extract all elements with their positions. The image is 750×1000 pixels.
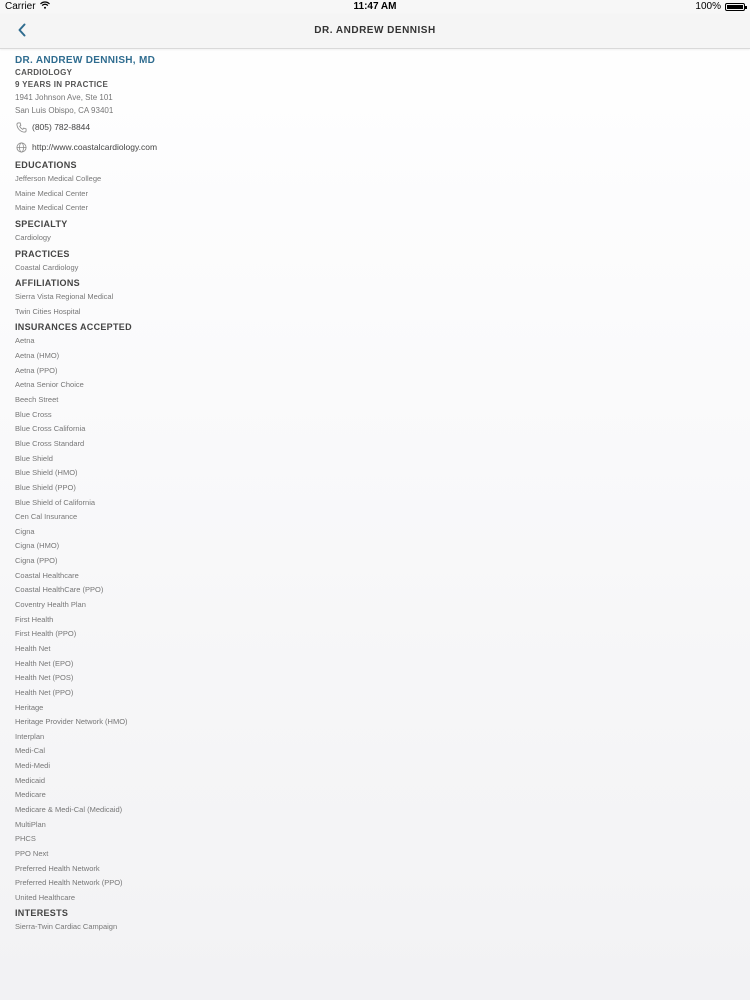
years-in-practice: 9 YEARS IN PRACTICE: [15, 80, 109, 89]
affiliations-section: AFFILIATIONS Sierra Vista Regional Medica…: [15, 276, 715, 319]
insurances-item: Blue Cross: [15, 409, 52, 419]
practices-heading: PRACTICES: [15, 248, 70, 259]
affiliations-item: Sierra Vista Regional Medical: [15, 292, 114, 302]
insurances-item: Medicare: [15, 790, 46, 800]
address-line-2: San Luis Obispo, CA 93401: [15, 106, 114, 115]
doctor-profile: DR. ANDREW DENNISH, MD CARDIOLOGY 9 YEAR…: [15, 54, 715, 935]
insurances-item: Aetna: [15, 336, 35, 346]
insurances-item: Heritage Provider Network (HMO): [15, 717, 128, 727]
insurances-item: Cigna (HMO): [15, 541, 60, 551]
insurances-item: Aetna (PPO): [15, 365, 58, 375]
website-row[interactable]: http://www.coastalcardiology.com: [15, 137, 715, 157]
insurances-item: Medicaid: [15, 775, 46, 785]
educations-item: Jefferson Medical College: [15, 174, 102, 183]
profile-sections: EDUCATIONS Jefferson Medical College Maine…: [15, 158, 715, 935]
insurances-item: MultiPlan: [15, 819, 46, 829]
educations-section: EDUCATIONS Jefferson Medical College Maine…: [15, 158, 715, 216]
insurances-item: Coastal Healthcare: [15, 570, 79, 580]
educations-item: Maine Medical Center: [15, 188, 88, 198]
insurances-item: Interplan: [15, 731, 45, 741]
insurances-item: Health Net (EPO): [15, 658, 74, 668]
affiliations-item: Twin Cities Hospital: [15, 306, 81, 316]
insurances-item: Blue Cross California: [15, 424, 86, 434]
nav-title: DR. ANDREW DENNISH: [314, 25, 436, 36]
insurances-item: Coastal HealthCare (PPO): [15, 585, 104, 595]
website-link[interactable]: http://www.coastalcardiology.com: [32, 142, 157, 152]
doctor-name: DR. ANDREW DENNISH, MD: [15, 55, 156, 66]
phone-number[interactable]: (805) 782-8844: [32, 122, 90, 132]
status-time: 11:47 AM: [353, 1, 397, 12]
practices-item: Coastal Cardiology: [15, 262, 79, 272]
status-bar: Carrier 11:47 AM 100%: [0, 0, 750, 14]
specialty-heading: SPECIALTY: [15, 218, 68, 229]
specialty-item: Cardiology: [15, 232, 51, 242]
affiliations-heading: AFFILIATIONS: [15, 278, 80, 289]
insurances-item: Cen Cal Insurance: [15, 512, 78, 522]
insurances-item: First Health: [15, 614, 54, 624]
insurances-item: PPO Next: [15, 848, 49, 858]
globe-icon: [15, 141, 27, 153]
insurances-item: Preferred Health Network (PPO): [15, 878, 123, 888]
battery-percent: 100%: [695, 1, 721, 12]
insurances-item: Cigna (PPO): [15, 556, 58, 566]
insurances-item: PHCS: [15, 834, 36, 844]
insurances-item: First Health (PPO): [15, 629, 77, 639]
insurances-item: Blue Cross Standard: [15, 438, 85, 448]
navigation-bar: DR. ANDREW DENNISH: [0, 14, 750, 49]
insurances-item: Medicare & Medi-Cal (Medicaid): [15, 804, 123, 814]
insurances-item: Health Net (POS): [15, 673, 74, 683]
insurances-section: INSURANCES ACCEPTED Aetna Aetna (HMO) Aetna…: [15, 320, 715, 905]
insurances-item: Beech Street: [15, 395, 59, 405]
doctor-specialty-label: CARDIOLOGY: [15, 68, 73, 77]
insurances-item: Medi-Cal: [15, 746, 46, 756]
insurances-item: Blue Shield (PPO): [15, 482, 76, 492]
insurances-item: Aetna (HMO): [15, 351, 60, 361]
battery-icon: [725, 2, 747, 11]
specialty-section: SPECIALTY Cardiology: [15, 217, 715, 246]
insurances-item: Aetna Senior Choice: [15, 380, 84, 390]
insurances-item: United Healthcare: [15, 892, 76, 902]
insurances-heading: INSURANCES ACCEPTED: [15, 322, 132, 333]
insurances-item: Blue Shield of California: [15, 497, 96, 507]
insurances-item: Coventry Health Plan: [15, 600, 86, 610]
insurances-item: Heritage: [15, 702, 44, 712]
battery-group: 100%: [695, 1, 747, 12]
phone-icon: [15, 121, 27, 133]
interests-item: Sierra-Twin Cardiac Campaign: [15, 922, 118, 932]
insurances-item: Medi-Medi: [15, 761, 51, 771]
educations-heading: EDUCATIONS: [15, 160, 77, 170]
phone-row[interactable]: (805) 782-8844: [15, 117, 715, 137]
address-line-1: 1941 Johnson Ave, Ste 101: [15, 93, 113, 102]
insurances-item: Health Net (PPO): [15, 687, 74, 697]
insurances-item: Cigna: [15, 526, 35, 536]
insurances-item: Blue Shield: [15, 453, 53, 463]
practices-section: PRACTICES Coastal Cardiology: [15, 247, 715, 276]
interests-section: INTERESTS Sierra-Twin Cardiac Campaign: [15, 906, 715, 935]
insurances-item: Preferred Health Network: [15, 863, 100, 873]
educations-item: Maine Medical Center: [15, 203, 88, 213]
insurances-item: Blue Shield (HMO): [15, 468, 78, 478]
interests-heading: INTERESTS: [15, 908, 69, 919]
insurances-item: Health Net: [15, 643, 51, 653]
